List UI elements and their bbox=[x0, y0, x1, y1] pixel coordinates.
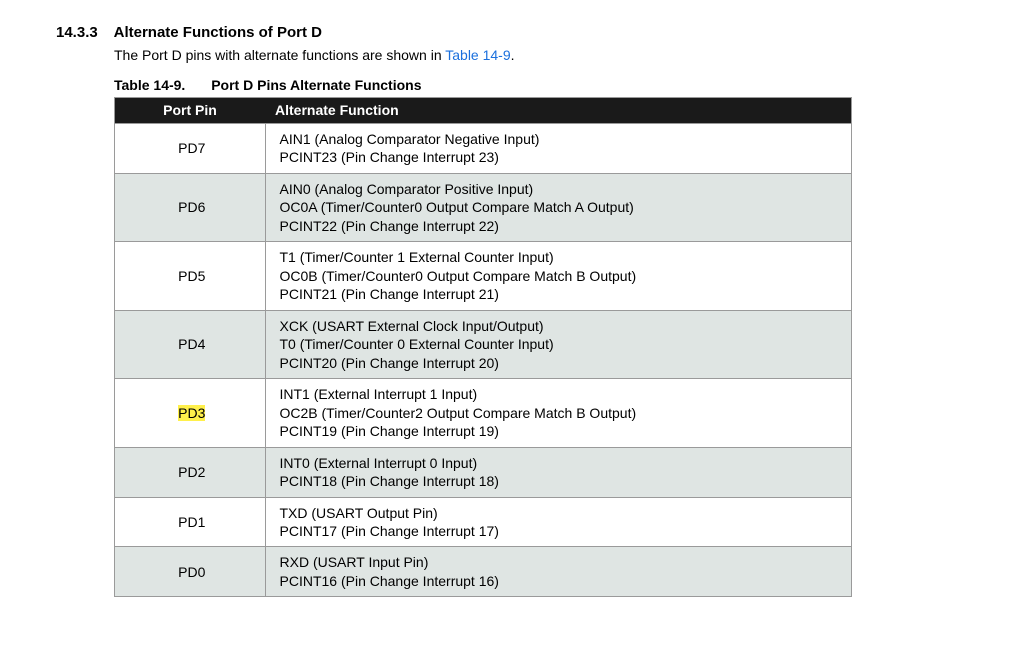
alternate-function-cell: RXD (USART Input Pin)PCINT16 (Pin Change… bbox=[265, 547, 852, 597]
alternate-function-line: PCINT23 (Pin Change Interrupt 23) bbox=[280, 148, 842, 166]
alternate-function-cell: AIN1 (Analog Comparator Negative Input)P… bbox=[265, 124, 852, 174]
section-heading: 14.3.3 Alternate Functions of Port D bbox=[56, 24, 972, 41]
alternate-function-line: INT1 (External Interrupt 1 Input) bbox=[280, 385, 842, 403]
alternate-function-line: AIN1 (Analog Comparator Negative Input) bbox=[280, 130, 842, 148]
alternate-function-line: INT0 (External Interrupt 0 Input) bbox=[280, 454, 842, 472]
table-row: PD0RXD (USART Input Pin)PCINT16 (Pin Cha… bbox=[115, 547, 852, 597]
alternate-function-cell: INT0 (External Interrupt 0 Input)PCINT18… bbox=[265, 447, 852, 497]
section-title: Alternate Functions of Port D bbox=[114, 24, 322, 41]
table-row: PD3 INT1 (External Interrupt 1 Input)OC2B… bbox=[115, 379, 852, 447]
alternate-function-line: TXD (USART Output Pin) bbox=[280, 504, 842, 522]
header-alternate-function: Alternate Function bbox=[265, 98, 852, 124]
header-port-pin: Port Pin bbox=[115, 98, 266, 124]
table-row: PD4XCK (USART External Clock Input/Outpu… bbox=[115, 310, 852, 378]
port-pin-cell: PD0 bbox=[115, 547, 266, 597]
table-caption-number: Table 14-9. bbox=[114, 77, 185, 93]
alternate-function-line: XCK (USART External Clock Input/Output) bbox=[280, 317, 842, 335]
alternate-function-line: PCINT17 (Pin Change Interrupt 17) bbox=[280, 522, 842, 540]
table-body: PD7AIN1 (Analog Comparator Negative Inpu… bbox=[115, 124, 852, 597]
alternate-function-line: AIN0 (Analog Comparator Positive Input) bbox=[280, 180, 842, 198]
alternate-function-line: PCINT18 (Pin Change Interrupt 18) bbox=[280, 472, 842, 490]
alternate-function-line: OC0B (Timer/Counter0 Output Compare Matc… bbox=[280, 267, 842, 285]
section-number: 14.3.3 bbox=[56, 24, 110, 41]
alternate-function-cell: T1 (Timer/Counter 1 External Counter Inp… bbox=[265, 242, 852, 310]
alternate-function-line: PCINT20 (Pin Change Interrupt 20) bbox=[280, 354, 842, 372]
highlighted-pin: PD3 bbox=[178, 405, 205, 421]
intro-text-before: The Port D pins with alternate functions… bbox=[114, 47, 445, 63]
table-header-row: Port Pin Alternate Function bbox=[115, 98, 852, 124]
table-caption-text: Port D Pins Alternate Functions bbox=[211, 77, 421, 93]
alternate-function-line: T1 (Timer/Counter 1 External Counter Inp… bbox=[280, 248, 842, 266]
port-pin-cell: PD1 bbox=[115, 497, 266, 547]
alternate-function-line: OC2B (Timer/Counter2 Output Compare Matc… bbox=[280, 404, 842, 422]
table-caption: Table 14-9. Port D Pins Alternate Functi… bbox=[114, 77, 972, 93]
alternate-function-line: PCINT16 (Pin Change Interrupt 16) bbox=[280, 572, 842, 590]
port-pin-cell: PD2 bbox=[115, 447, 266, 497]
alternate-function-cell: XCK (USART External Clock Input/Output)T… bbox=[265, 310, 852, 378]
section-body: The Port D pins with alternate functions… bbox=[114, 47, 972, 597]
port-pin-cell: PD4 bbox=[115, 310, 266, 378]
intro-paragraph: The Port D pins with alternate functions… bbox=[114, 47, 972, 63]
alternate-function-line: PCINT21 (Pin Change Interrupt 21) bbox=[280, 285, 842, 303]
port-pin-cell: PD5 bbox=[115, 242, 266, 310]
table-row: PD7AIN1 (Analog Comparator Negative Inpu… bbox=[115, 124, 852, 174]
alternate-function-line: PCINT22 (Pin Change Interrupt 22) bbox=[280, 217, 842, 235]
table-xref-link[interactable]: Table 14-9 bbox=[445, 47, 510, 63]
intro-text-after: . bbox=[511, 47, 515, 63]
alternate-function-cell: AIN0 (Analog Comparator Positive Input)O… bbox=[265, 173, 852, 241]
alternate-function-line: PCINT19 (Pin Change Interrupt 19) bbox=[280, 422, 842, 440]
port-pin-cell: PD3 bbox=[115, 379, 266, 447]
alternate-function-line: OC0A (Timer/Counter0 Output Compare Matc… bbox=[280, 198, 842, 216]
alternate-functions-table: Port Pin Alternate Function PD7AIN1 (Ana… bbox=[114, 97, 852, 597]
table-row: PD5 T1 (Timer/Counter 1 External Counter … bbox=[115, 242, 852, 310]
alternate-function-cell: TXD (USART Output Pin)PCINT17 (Pin Chang… bbox=[265, 497, 852, 547]
alternate-function-line: T0 (Timer/Counter 0 External Counter Inp… bbox=[280, 335, 842, 353]
table-row: PD1TXD (USART Output Pin)PCINT17 (Pin Ch… bbox=[115, 497, 852, 547]
table-row: PD6AIN0 (Analog Comparator Positive Inpu… bbox=[115, 173, 852, 241]
port-pin-cell: PD6 bbox=[115, 173, 266, 241]
table-row: PD2INT0 (External Interrupt 0 Input)PCIN… bbox=[115, 447, 852, 497]
alternate-function-line: RXD (USART Input Pin) bbox=[280, 553, 842, 571]
alternate-function-cell: INT1 (External Interrupt 1 Input)OC2B (T… bbox=[265, 379, 852, 447]
port-pin-cell: PD7 bbox=[115, 124, 266, 174]
page: 14.3.3 Alternate Functions of Port D The… bbox=[0, 0, 1028, 621]
